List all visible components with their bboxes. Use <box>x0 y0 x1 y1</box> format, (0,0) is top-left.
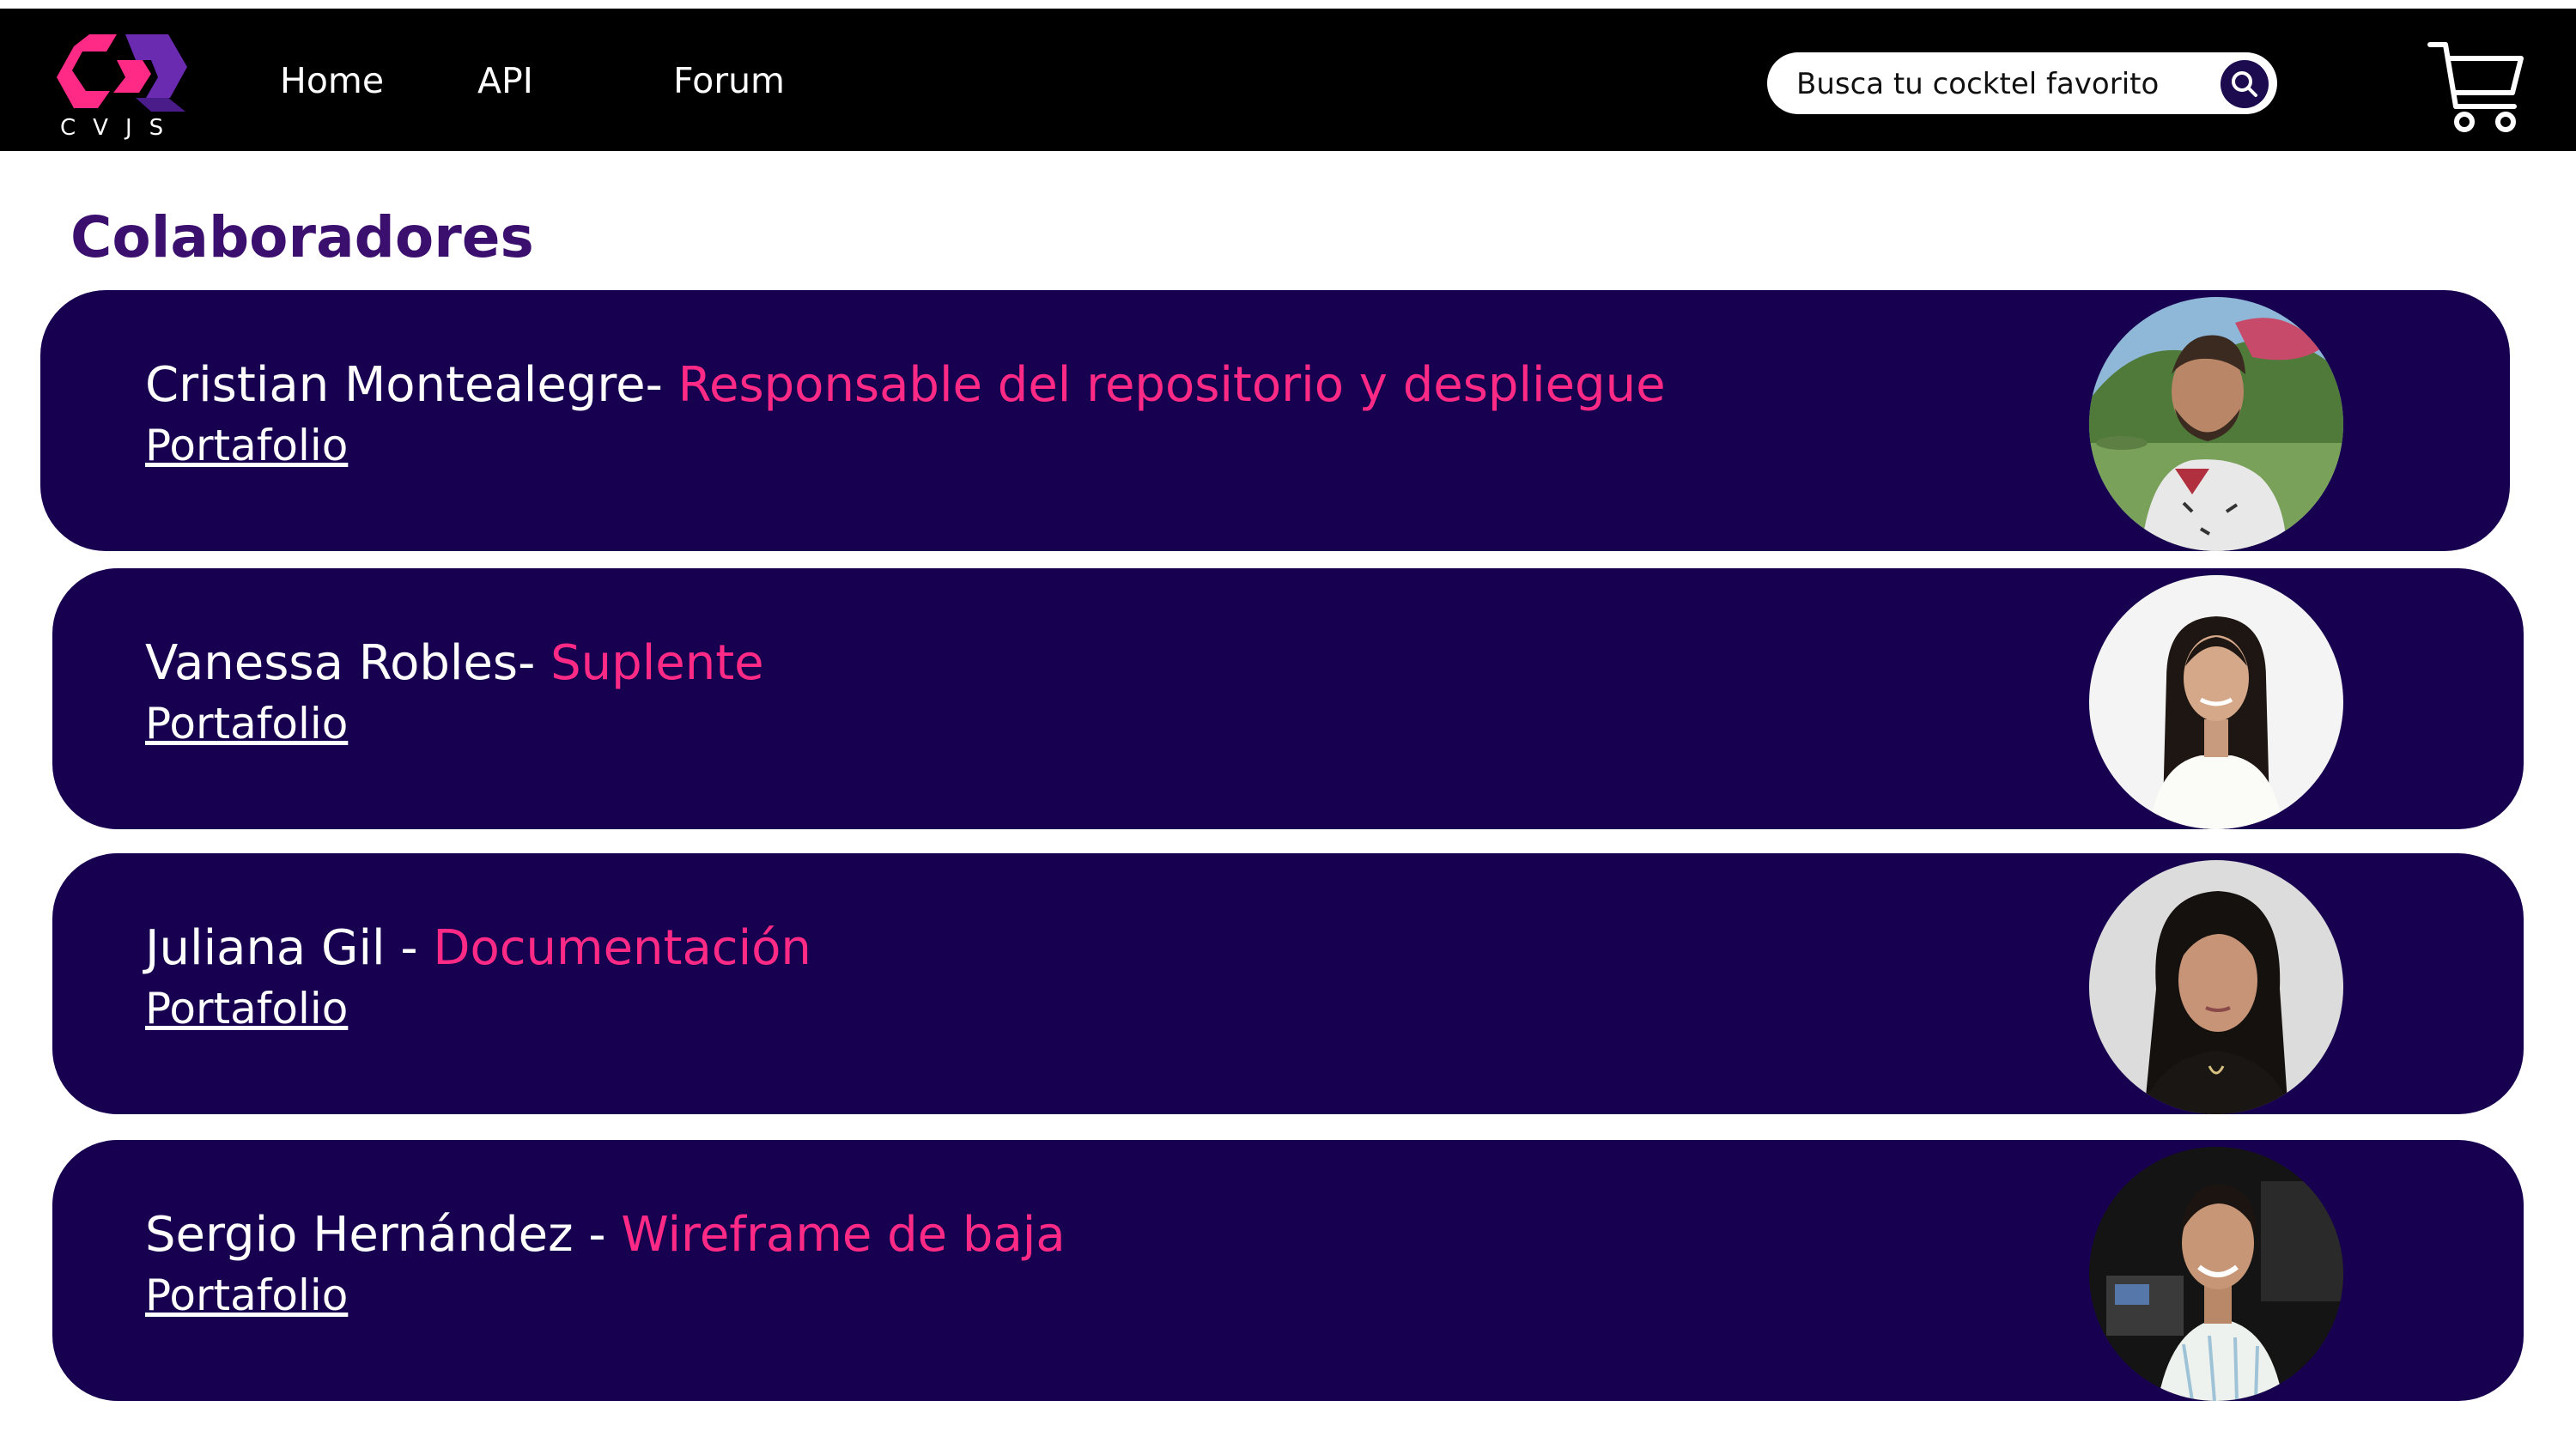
portfolio-link[interactable]: Portafolio <box>145 699 348 749</box>
portfolio-link[interactable]: Portafolio <box>145 421 348 470</box>
collaborator-separator: - <box>645 357 678 413</box>
collaborator-heading: Cristian Montealegre- Responsable del re… <box>145 357 1666 413</box>
page-title: Colaboradores <box>70 204 534 270</box>
collaborator-role: Wireframe de baja <box>621 1207 1066 1263</box>
avatar <box>2089 297 2343 551</box>
logo[interactable]: CVJS <box>57 26 194 146</box>
logo-mark-icon <box>57 34 187 112</box>
collaborator-name: Vanessa Robles <box>145 635 519 691</box>
avatar <box>2089 860 2343 1114</box>
search-input[interactable] <box>1795 59 2202 109</box>
top-strip <box>0 0 2576 9</box>
logo-text: CVJS <box>60 115 181 141</box>
collaborator-role: Responsable del repositorio y despliegue <box>677 357 1666 413</box>
navbar: CVJS Home API Forum <box>0 9 2576 151</box>
search-icon <box>2232 71 2257 97</box>
avatar <box>2089 1147 2343 1401</box>
collaborator-separator: - <box>385 920 434 976</box>
collaborator-separator: - <box>518 635 551 691</box>
nav-forum-link[interactable]: Forum <box>673 60 785 101</box>
collaborator-heading: Juliana Gil - Documentación <box>145 920 811 976</box>
cart-button[interactable] <box>2427 39 2526 136</box>
avatar <box>2089 575 2343 829</box>
portfolio-link[interactable]: Portafolio <box>145 984 348 1034</box>
collaborator-heading: Sergio Hernández - Wireframe de baja <box>145 1207 1066 1263</box>
shopping-cart-icon <box>2427 42 2524 132</box>
collaborator-heading: Vanessa Robles- Suplente <box>145 635 764 691</box>
collaborator-separator: - <box>573 1207 622 1263</box>
collaborator-role: Documentación <box>433 920 811 976</box>
collaborator-role: Suplente <box>550 635 764 691</box>
collaborator-card: Cristian Montealegre- Responsable del re… <box>40 290 2510 551</box>
collaborator-card: Sergio Hernández - Wireframe de baja Por… <box>52 1140 2524 1401</box>
nav-home-link[interactable]: Home <box>280 60 384 101</box>
collaborator-name: Juliana Gil <box>145 920 386 976</box>
search-bar <box>1767 52 2277 114</box>
collaborator-name: Cristian Montealegre <box>145 357 646 413</box>
search-button[interactable] <box>2221 60 2269 108</box>
collaborator-name: Sergio Hernández <box>145 1207 574 1263</box>
collaborator-card: Juliana Gil - Documentación Portafolio <box>52 853 2524 1114</box>
collaborator-card: Vanessa Robles- Suplente Portafolio <box>52 568 2524 829</box>
portfolio-link[interactable]: Portafolio <box>145 1270 348 1320</box>
nav-api-link[interactable]: API <box>477 60 533 101</box>
